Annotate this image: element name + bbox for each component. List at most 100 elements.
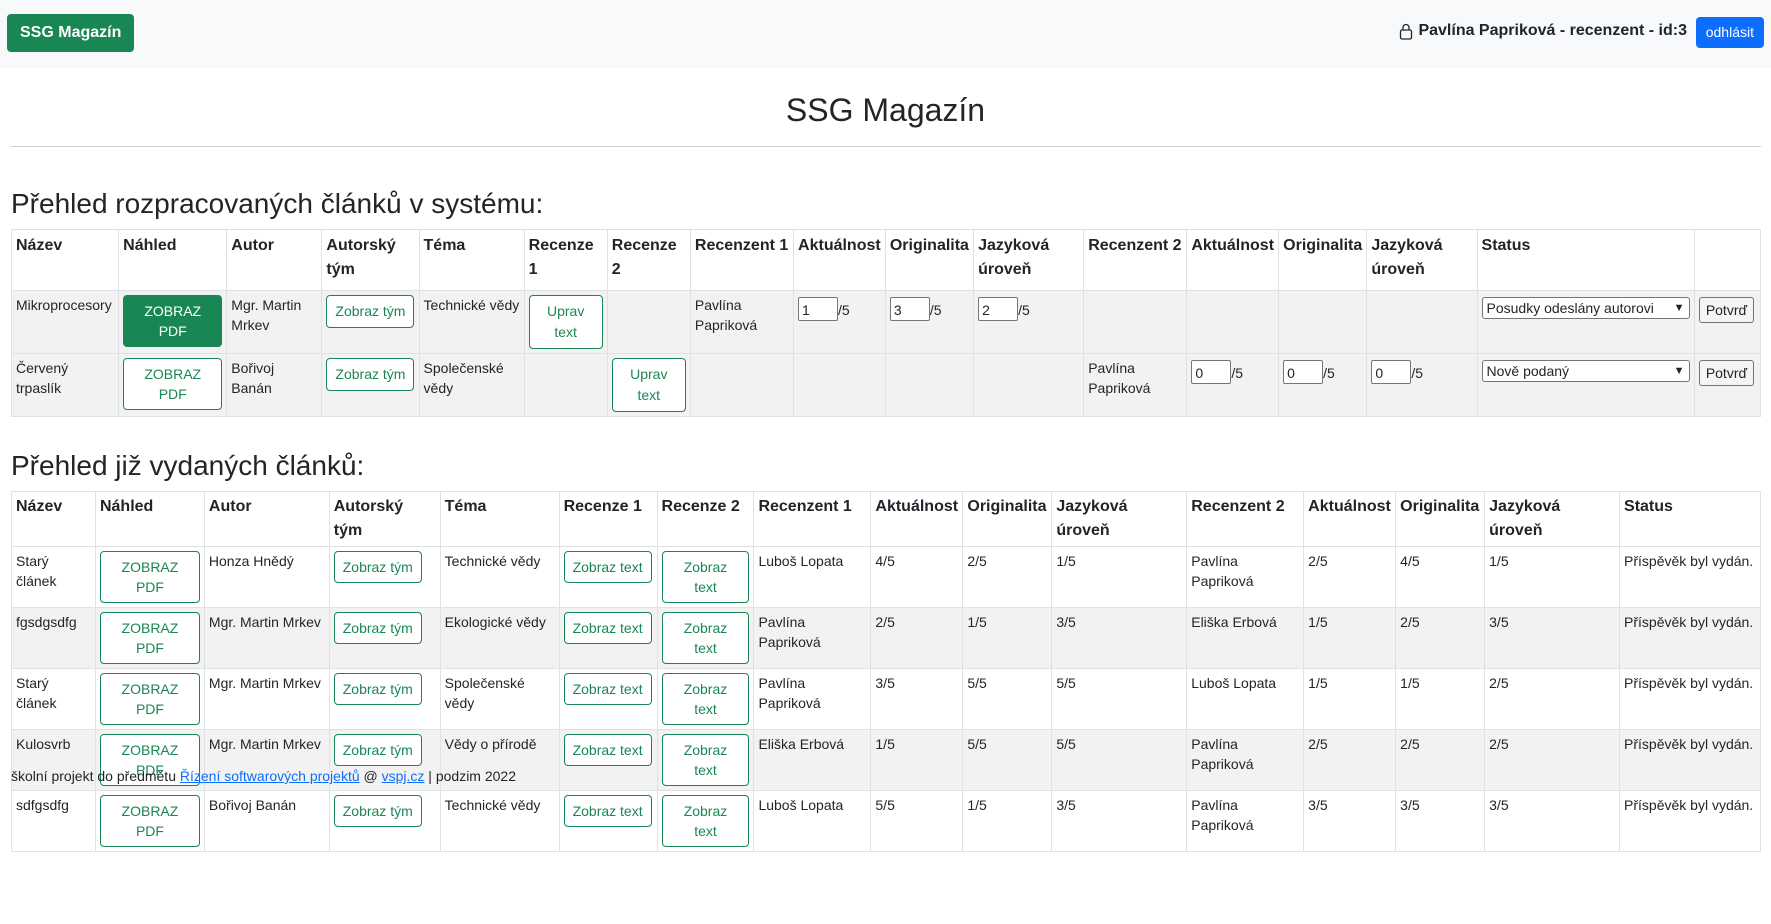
view-review2-button[interactable]: Zobraz text xyxy=(661,795,750,847)
table-header-row: Název Náhled Autor Autorský tým Téma Recenze … xyxy=(10,229,1762,291)
score-input[interactable]: 2 xyxy=(978,297,1019,321)
view-review2-button[interactable]: Zobraz text xyxy=(661,673,750,725)
column-header: Recenzent 1 xyxy=(753,491,872,547)
view-pdf-button[interactable]: ZOBRAZ PDF xyxy=(99,612,200,664)
status-value: Nově podaný xyxy=(1486,363,1570,379)
topic: Společenské vědy xyxy=(444,675,525,711)
article-name: Starý článek xyxy=(16,675,57,711)
column-header: Autorský tým xyxy=(321,229,420,291)
course-link[interactable]: Řízení softwarových projektů xyxy=(180,768,360,784)
column-header: Recenzent 2 xyxy=(1083,229,1188,291)
score: 3/5 xyxy=(1056,797,1076,813)
article-name: fgsdgsdfg xyxy=(16,614,77,630)
view-review1-button[interactable]: Zobraz text xyxy=(563,673,652,705)
score-input[interactable]: 1 xyxy=(798,297,839,321)
edit-review2-button[interactable]: Uprav text xyxy=(611,358,686,412)
column-header: Aktuálnost xyxy=(870,491,964,547)
score: 3/5 xyxy=(875,675,895,691)
view-team-button[interactable]: Zobraz tým xyxy=(333,551,422,583)
view-review2-button[interactable]: Zobraz text xyxy=(661,551,750,603)
view-team-button[interactable]: Zobraz tým xyxy=(333,795,422,827)
column-header: Autor xyxy=(203,491,330,547)
edit-review1-button[interactable]: Uprav text xyxy=(528,295,603,349)
reviewer2-name: Pavlína Papriková xyxy=(1191,553,1254,589)
page-title: SSG Magazín xyxy=(785,92,986,128)
score-suffix: /5 xyxy=(1411,365,1424,381)
score: 2/5 xyxy=(1308,736,1328,752)
topic: Technické vědy xyxy=(444,797,541,813)
score: 5/5 xyxy=(967,736,987,752)
table-row: Starý článek ZOBRAZ PDF Honza Hnědý Zobraz … xyxy=(11,546,1761,608)
view-review1-button[interactable]: Zobraz text xyxy=(563,551,652,583)
confirm-button[interactable]: Potvrď xyxy=(1698,297,1755,323)
reviewer1-name: Pavlína Papriková xyxy=(758,675,821,711)
brand-button[interactable]: SSG Magazín xyxy=(7,14,135,52)
score: 1/5 xyxy=(1489,553,1509,569)
column-header: Recenzent 1 xyxy=(689,229,795,291)
view-pdf-button[interactable]: ZOBRAZ PDF xyxy=(123,295,223,347)
column-header: Originalita xyxy=(884,229,975,291)
status-value: Posudky odeslány autorovi xyxy=(1486,300,1654,316)
score: 2/5 xyxy=(1489,736,1509,752)
score-input[interactable]: 0 xyxy=(1191,360,1232,384)
column-header: Téma xyxy=(439,491,560,547)
view-pdf-button[interactable]: ZOBRAZ PDF xyxy=(123,358,223,410)
author-name: Bořivoj Banán xyxy=(208,797,297,813)
column-header: Jazyková úroveň xyxy=(1484,491,1621,547)
score-suffix: /5 xyxy=(929,302,942,318)
score: 2/5 xyxy=(1400,736,1420,752)
column-header: Recenze 1 xyxy=(558,491,658,547)
view-review1-button[interactable]: Zobraz text xyxy=(563,734,652,766)
score: 4/5 xyxy=(1400,553,1420,569)
score-input[interactable]: 0 xyxy=(1371,360,1412,384)
reviewer1-name: Luboš Lopata xyxy=(758,553,844,569)
view-team-button[interactable]: Zobraz tým xyxy=(333,734,422,766)
author-name: Mgr. Martin Mrkev xyxy=(231,297,302,333)
column-header: Aktuálnost xyxy=(1303,491,1397,547)
table-row: fgsdgsdfg ZOBRAZ PDF Mgr. Martin Mrkev Zobr… xyxy=(11,607,1761,669)
article-name: Červený trpaslík xyxy=(16,360,69,396)
column-header: Originalita xyxy=(1395,491,1486,547)
column-header: Název xyxy=(10,229,120,291)
view-team-button[interactable]: Zobraz tým xyxy=(333,673,422,705)
view-team-button[interactable]: Zobraz tým xyxy=(333,612,422,644)
view-pdf-button[interactable]: ZOBRAZ PDF xyxy=(99,795,200,847)
view-team-button[interactable]: Zobraz tým xyxy=(326,295,415,328)
score-input[interactable]: 0 xyxy=(1283,360,1324,384)
chevron-down-icon: ▼ xyxy=(1673,365,1685,377)
in-progress-articles-table: Název Náhled Autor Autorský tým Téma Recenze … xyxy=(10,229,1762,417)
score: 2/5 xyxy=(967,553,987,569)
top-navbar: SSG Magazín Pavlína Papriková - recenzen… xyxy=(0,0,1771,68)
footer-text: @ xyxy=(359,768,382,784)
view-review1-button[interactable]: Zobraz text xyxy=(563,795,652,827)
score: 5/5 xyxy=(967,675,987,691)
view-review1-button[interactable]: Zobraz text xyxy=(563,612,652,644)
logout-button[interactable]: odhlásit xyxy=(1695,17,1764,48)
status-text: Příspěvěk byl vydán. xyxy=(1624,553,1754,569)
view-pdf-button[interactable]: ZOBRAZ PDF xyxy=(99,673,200,725)
score-suffix: /5 xyxy=(838,302,850,318)
view-pdf-button[interactable]: ZOBRAZ PDF xyxy=(99,551,200,603)
status-text: Příspěvěk byl vydán. xyxy=(1624,614,1754,630)
article-name: Mikroprocesory xyxy=(16,297,112,313)
score: 2/5 xyxy=(1489,675,1509,691)
score: 1/5 xyxy=(1308,675,1328,691)
confirm-button[interactable]: Potvrď xyxy=(1698,360,1755,386)
topic: Technické vědy xyxy=(444,553,541,569)
view-review2-button[interactable]: Zobraz text xyxy=(661,734,750,786)
score-input[interactable]: 3 xyxy=(889,297,930,321)
view-review2-button[interactable]: Zobraz text xyxy=(661,612,750,664)
column-header: Originalita xyxy=(962,491,1053,547)
author-name: Honza Hnědý xyxy=(208,553,294,569)
reviewer2-name: Pavlína Papriková xyxy=(1088,360,1151,396)
school-link[interactable]: vspj.cz xyxy=(382,768,425,784)
score: 2/5 xyxy=(1400,614,1420,630)
status-select[interactable]: Posudky odeslány autorovi ▼ xyxy=(1481,297,1690,319)
score: 4/5 xyxy=(875,553,895,569)
status-select[interactable]: Nově podaný ▼ xyxy=(1481,360,1690,382)
score-suffix: /5 xyxy=(1018,302,1030,318)
table-header-row: Název Náhled Autor Autorský tým Téma Recenze … xyxy=(11,491,1761,547)
footer-text: | podzim 2022 xyxy=(424,768,517,784)
view-team-button[interactable]: Zobraz tým xyxy=(326,358,415,391)
section-title-in-progress: Přehled rozpracovaných článků v systému: xyxy=(11,188,544,219)
